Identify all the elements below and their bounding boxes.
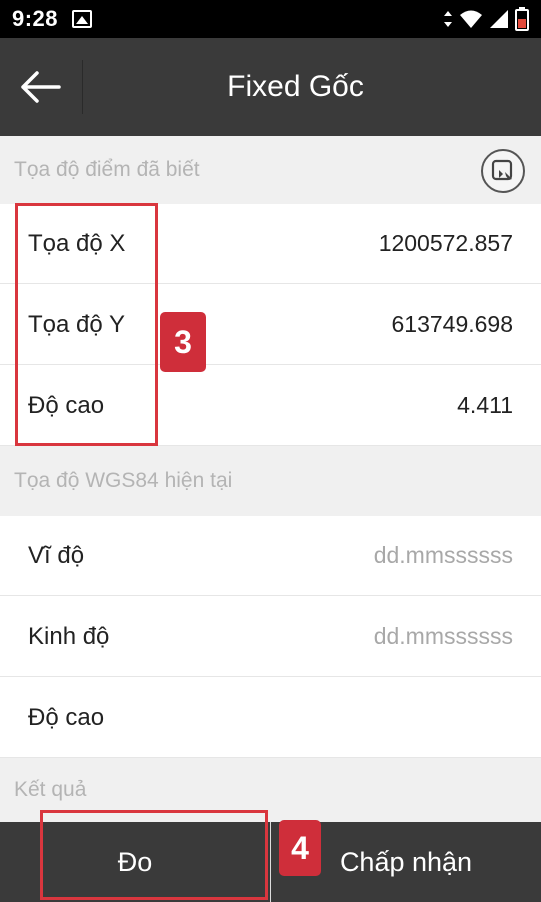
status-icons	[443, 7, 529, 31]
value-coordinate-x[interactable]: 1200572.857	[379, 230, 513, 257]
status-bar: 9:28	[0, 0, 541, 38]
status-time: 9:28	[12, 6, 59, 31]
label-longitude: Kinh độ	[28, 622, 110, 650]
app-bar-divider	[82, 60, 83, 114]
value-coordinate-y[interactable]: 613749.698	[391, 311, 513, 338]
section-header-known-point: Tọa độ điểm đã biết	[0, 136, 541, 204]
row-latitude[interactable]: Vĩ độ dd.mmssssss	[0, 516, 541, 596]
wifi-icon	[460, 10, 482, 28]
battery-icon	[515, 7, 529, 31]
annotation-badge-4: 4	[279, 820, 321, 876]
section-header-wgs84: Tọa độ WGS84 hiện tại	[0, 446, 541, 516]
section-title-result: Kết quả	[14, 778, 87, 801]
import-point-button[interactable]	[481, 149, 525, 193]
annotation-highlight-measure	[40, 810, 268, 900]
row-elevation-current[interactable]: Độ cao	[0, 678, 541, 758]
latitude-field[interactable]: dd.mmssssss	[374, 542, 513, 569]
longitude-field[interactable]: dd.mmssssss	[374, 623, 513, 650]
page-title: Fixed Gốc	[227, 70, 364, 103]
gallery-notification-icon	[72, 10, 93, 28]
row-longitude[interactable]: Kinh độ dd.mmssssss	[0, 597, 541, 677]
label-latitude: Vĩ độ	[28, 541, 85, 569]
back-button[interactable]	[0, 38, 80, 136]
back-arrow-icon	[21, 71, 61, 103]
annotation-highlight-coordinates	[15, 203, 158, 446]
app-bar: Fixed Gốc	[0, 38, 541, 136]
section-title-known-point: Tọa độ điểm đã biết	[14, 158, 200, 181]
label-elevation-current: Độ cao	[28, 703, 105, 731]
import-point-icon	[491, 159, 513, 181]
data-transfer-icon	[444, 11, 452, 27]
value-elevation-known[interactable]: 4.411	[457, 392, 513, 419]
signal-icon	[490, 10, 508, 28]
annotation-badge-3: 3	[160, 312, 206, 372]
section-title-wgs84: Tọa độ WGS84 hiện tại	[14, 469, 233, 492]
